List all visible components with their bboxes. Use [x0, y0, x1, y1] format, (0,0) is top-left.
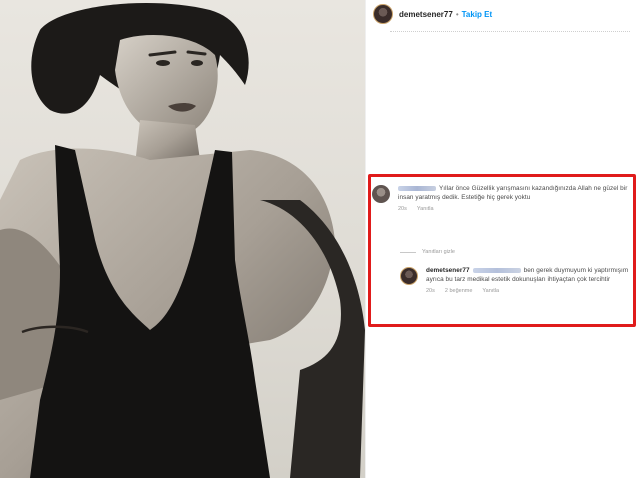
header-divider — [390, 31, 630, 32]
post-photo — [0, 0, 365, 478]
follow-button[interactable]: Takip Et — [462, 10, 493, 19]
author-avatar[interactable] — [373, 4, 393, 24]
author-username[interactable]: demetsener77 — [399, 10, 453, 19]
post-header: demetsener77 • Takip Et — [366, 0, 640, 28]
portrait-image — [0, 2, 365, 478]
highlight-box — [368, 174, 636, 327]
separator-dot: • — [455, 9, 459, 19]
